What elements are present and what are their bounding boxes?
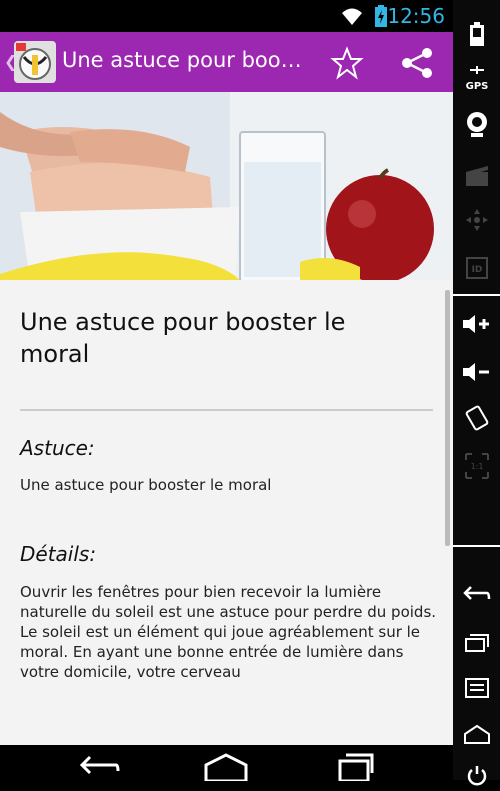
- video-clapper-icon[interactable]: [461, 160, 492, 191]
- webcam-icon[interactable]: [461, 108, 492, 139]
- share-icon[interactable]: [400, 46, 434, 80]
- clock: 12:56: [387, 4, 445, 28]
- title-divider: [20, 409, 433, 411]
- content-scrollbar[interactable]: [445, 290, 450, 546]
- details-label: Détails:: [20, 542, 97, 566]
- navigation-bar: [0, 745, 453, 781]
- panel-divider-2: [453, 545, 500, 547]
- dpad-icon[interactable]: [461, 204, 492, 235]
- back-panel-icon[interactable]: [461, 578, 492, 609]
- hero-illustration: [0, 92, 453, 280]
- article-hero-image: [0, 92, 453, 280]
- article-title: Une astuce pour booster le moral: [20, 308, 346, 368]
- wifi-icon: [342, 8, 362, 25]
- volume-down-icon[interactable]: [461, 356, 492, 387]
- menu-panel-icon[interactable]: [461, 672, 492, 703]
- gps-icon[interactable]: GPS: [461, 62, 492, 93]
- astuce-label: Astuce:: [20, 436, 95, 460]
- recent-apps-nav-icon[interactable]: [332, 751, 376, 781]
- gps-label: GPS: [465, 81, 488, 92]
- device-screen: 12:56 ❮ Une astuce pour booster le moral: [0, 0, 453, 781]
- home-nav-icon[interactable]: [204, 751, 248, 781]
- battery-icon: [375, 5, 387, 27]
- rotate-icon[interactable]: [461, 402, 492, 433]
- ratio-label: 1:1: [470, 462, 483, 471]
- emulator-side-panel: GPS ID 1:1: [453, 0, 500, 785]
- action-bar: ❮ Une astuce pour booster le moral: [0, 32, 453, 92]
- id-card-icon[interactable]: ID: [461, 252, 492, 283]
- article-content[interactable]: Une astuce pour booster le moral Astuce:…: [0, 280, 453, 745]
- id-label: ID: [471, 265, 482, 275]
- home-panel-icon[interactable]: [461, 718, 492, 749]
- back-nav-icon[interactable]: [78, 751, 122, 781]
- status-bar: 12:56: [0, 0, 453, 32]
- volume-up-icon[interactable]: [461, 308, 492, 339]
- astuce-text: Une astuce pour booster le moral: [20, 476, 272, 494]
- toolbar-title: Une astuce pour booster le moral: [62, 48, 312, 72]
- recents-panel-icon[interactable]: [461, 626, 492, 657]
- details-text: Ouvrir les fenêtres pour bien recevoir l…: [20, 583, 437, 681]
- scale-icon[interactable]: 1:1: [461, 450, 492, 481]
- battery-panel-icon[interactable]: [461, 18, 492, 49]
- power-icon[interactable]: [461, 760, 492, 791]
- app-logo[interactable]: [14, 41, 56, 83]
- favorite-star-icon[interactable]: [330, 46, 364, 80]
- panel-divider: [453, 294, 500, 296]
